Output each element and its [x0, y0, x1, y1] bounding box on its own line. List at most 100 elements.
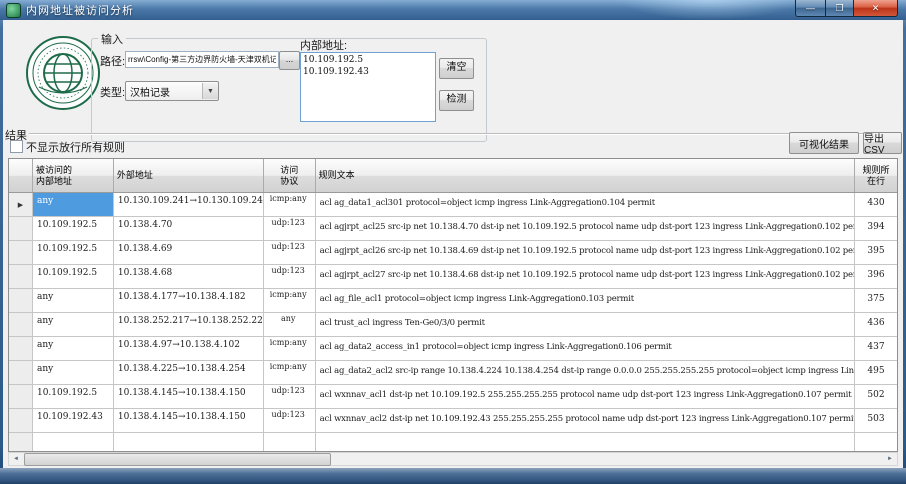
cell-rule-line[interactable]: 502 — [855, 385, 897, 408]
cell-external-address[interactable]: 10.138.4.145→10.138.4.150 — [114, 385, 264, 408]
row-selector-cell[interactable] — [9, 409, 33, 432]
cell-internal-address[interactable]: 10.109.192.5 — [33, 385, 114, 408]
cell-external-address[interactable]: 10.138.4.68 — [114, 265, 264, 288]
table-row[interactable]: 10.109.192.5 10.138.4.145→10.138.4.150 u… — [9, 385, 897, 409]
cell-external-address[interactable]: 10.138.4.70 — [114, 217, 264, 240]
cell-rule-line[interactable]: 436 — [855, 313, 897, 336]
cell-internal-address[interactable]: any — [33, 337, 114, 360]
cell-rule-line[interactable]: 430 — [855, 193, 897, 216]
cell-rule-line[interactable]: 396 — [855, 265, 897, 288]
cell-protocol[interactable]: icmp:any — [264, 361, 316, 384]
visualize-results-button[interactable]: 可视化结果 — [789, 132, 859, 154]
col-header-line[interactable]: 规则所 在行 — [855, 159, 897, 192]
cell-external-address[interactable]: 10.138.4.69 — [114, 241, 264, 264]
cell-rule-line[interactable]: 437 — [855, 337, 897, 360]
path-input[interactable] — [125, 51, 279, 68]
cell-external-address[interactable]: 10.138.4.97→10.138.4.102 — [114, 337, 264, 360]
cell-rule-line[interactable]: 495 — [855, 361, 897, 384]
row-selector-cell[interactable] — [9, 313, 33, 336]
clear-button[interactable]: 清空 — [439, 58, 474, 79]
cell-internal-address[interactable]: any — [33, 361, 114, 384]
table-row[interactable]: 10.109.192.5 10.138.4.69 udp:123 acl agj… — [9, 241, 897, 265]
type-select-value: 汉柏记录 — [126, 84, 202, 99]
cell-rule-text[interactable]: acl wxnnav_acl1 dst-ip net 10.109.192.5 … — [316, 385, 855, 408]
cell-internal-address[interactable]: any — [33, 289, 114, 312]
row-selector-cell[interactable] — [9, 385, 33, 408]
cell-internal-address[interactable]: 10.109.192.43 — [33, 409, 114, 432]
organization-logo — [25, 35, 101, 111]
row-selector-cell[interactable] — [9, 337, 33, 360]
cell-external-address[interactable]: 10.130.109.241→10.130.109.246 — [114, 193, 264, 216]
col-header-rule[interactable]: 规则文本 — [316, 159, 855, 192]
browse-button[interactable]: ... — [279, 51, 300, 70]
row-selector-cell[interactable] — [9, 361, 33, 384]
cell-rule-line[interactable]: 375 — [855, 289, 897, 312]
cell-protocol[interactable]: udp:123 — [264, 217, 316, 240]
maximize-button[interactable]: ❐ — [825, 0, 853, 17]
title-bar: 内网地址被访问分析 — [0, 0, 906, 20]
cell-rule-text[interactable]: acl agjrpt_acl27 src-ip net 10.138.4.68 … — [316, 265, 855, 288]
cell-rule-text[interactable]: acl ag_data1_acl301 protocol=object icmp… — [316, 193, 855, 216]
row-selector-cell[interactable]: ▶ — [9, 193, 33, 216]
cell-protocol[interactable]: icmp:any — [264, 337, 316, 360]
hide-permit-all-checkbox[interactable] — [10, 140, 23, 153]
cell-rule-text[interactable]: acl ag_data2_acl2 src-ip range 10.138.4.… — [316, 361, 855, 384]
scrollbar-thumb[interactable] — [24, 453, 331, 466]
cell-rule-text[interactable]: acl ag_file_acl1 protocol=object icmp in… — [316, 289, 855, 312]
cell-rule-text[interactable]: acl agjrpt_acl26 src-ip net 10.138.4.69 … — [316, 241, 855, 264]
cell-protocol[interactable]: icmp:any — [264, 289, 316, 312]
table-body: ▶ any 10.130.109.241→10.130.109.246 icmp… — [9, 193, 897, 433]
table-row[interactable]: any 10.138.4.177→10.138.4.182 icmp:any a… — [9, 289, 897, 313]
cell-internal-address[interactable]: any — [33, 313, 114, 336]
table-row[interactable]: 10.109.192.5 10.138.4.70 udp:123 acl agj… — [9, 217, 897, 241]
cell-external-address[interactable]: 10.138.4.145→10.138.4.150 — [114, 409, 264, 432]
cell-external-address[interactable]: 10.138.252.217→10.138.252.222 — [114, 313, 264, 336]
cell-rule-line[interactable]: 394 — [855, 217, 897, 240]
cell-external-address[interactable]: 10.138.4.225→10.138.4.254 — [114, 361, 264, 384]
table-row[interactable]: any 10.138.252.217→10.138.252.222 any ac… — [9, 313, 897, 337]
cell-protocol[interactable]: any — [264, 313, 316, 336]
cell-protocol[interactable]: udp:123 — [264, 265, 316, 288]
scroll-left-icon[interactable]: ◄ — [9, 453, 23, 465]
row-selector-cell[interactable] — [9, 265, 33, 288]
cell-protocol[interactable]: icmp:any — [264, 193, 316, 216]
cell-rule-text[interactable]: acl agjrpt_acl25 src-ip net 10.138.4.70 … — [316, 217, 855, 240]
table-row[interactable]: 10.109.192.5 10.138.4.68 udp:123 acl agj… — [9, 265, 897, 289]
col-header-protocol[interactable]: 访问 协议 — [264, 159, 316, 192]
cell-protocol[interactable]: udp:123 — [264, 385, 316, 408]
table-empty-row — [9, 433, 897, 452]
cell-external-address[interactable]: 10.138.4.177→10.138.4.182 — [114, 289, 264, 312]
col-header-external[interactable]: 外部地址 — [114, 159, 264, 192]
hide-permit-all-label: 不显示放行所有规则 — [26, 139, 125, 155]
scroll-right-icon[interactable]: ► — [883, 453, 897, 465]
cell-protocol[interactable]: udp:123 — [264, 241, 316, 264]
close-button[interactable]: ✕ — [853, 0, 898, 17]
detect-button[interactable]: 检测 — [439, 90, 474, 111]
cell-rule-line — [855, 433, 897, 452]
table-row[interactable]: ▶ any 10.130.109.241→10.130.109.246 icmp… — [9, 193, 897, 217]
cell-rule-text[interactable]: acl trust_acl ingress Ten-Ge0/3/0 permit — [316, 313, 855, 336]
table-row[interactable]: 10.109.192.43 10.138.4.145→10.138.4.150 … — [9, 409, 897, 433]
cell-internal-address[interactable]: any — [33, 193, 114, 216]
cell-internal-address[interactable]: 10.109.192.5 — [33, 265, 114, 288]
row-selector-cell[interactable] — [9, 289, 33, 312]
internal-address-input[interactable]: 10.109.192.5 10.109.192.43 — [300, 52, 436, 122]
table-row[interactable]: any 10.138.4.97→10.138.4.102 icmp:any ac… — [9, 337, 897, 361]
row-selector-cell[interactable] — [9, 241, 33, 264]
cell-internal-address — [33, 433, 114, 452]
cell-protocol[interactable]: udp:123 — [264, 409, 316, 432]
cell-internal-address[interactable]: 10.109.192.5 — [33, 241, 114, 264]
minimize-button[interactable]: — — [795, 0, 825, 17]
cell-rule-text[interactable]: acl wxnnav_acl2 dst-ip net 10.109.192.43… — [316, 409, 855, 432]
cell-rule-line[interactable]: 503 — [855, 409, 897, 432]
horizontal-scrollbar[interactable]: ◄ ► — [8, 452, 898, 466]
row-selector-cell[interactable] — [9, 217, 33, 240]
cell-rule-line[interactable]: 395 — [855, 241, 897, 264]
export-csv-button[interactable]: 导出CSV — [863, 132, 902, 154]
type-select[interactable]: 汉柏记录 ▼ — [125, 81, 219, 101]
table-row[interactable]: any 10.138.4.225→10.138.4.254 icmp:any a… — [9, 361, 897, 385]
cell-internal-address[interactable]: 10.109.192.5 — [33, 217, 114, 240]
col-header-internal[interactable]: 被访问的 内部地址 — [33, 159, 114, 192]
input-group-label: 输入 — [98, 31, 126, 47]
cell-rule-text[interactable]: acl ag_data2_access_in1 protocol=object … — [316, 337, 855, 360]
